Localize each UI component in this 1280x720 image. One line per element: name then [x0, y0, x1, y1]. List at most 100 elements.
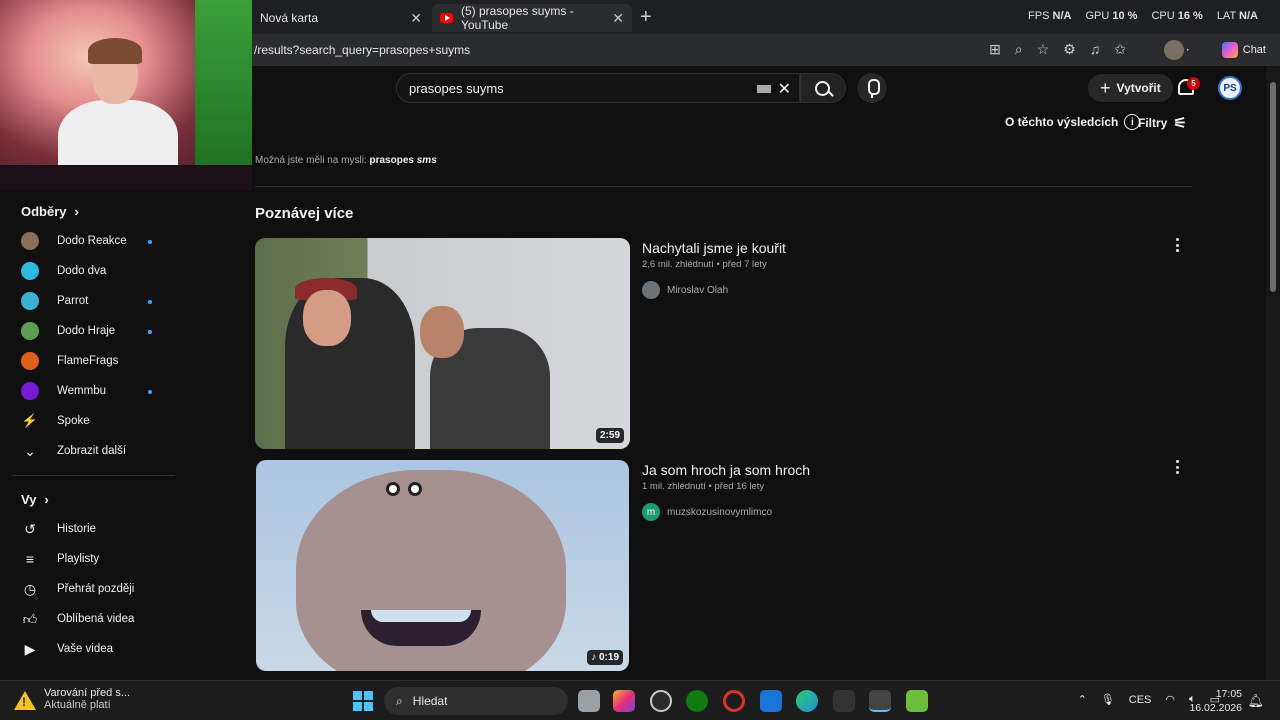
windows-start-icon[interactable]: [353, 691, 373, 711]
tab-youtube[interactable]: (5) prasopes suyms - YouTube ✕: [432, 4, 632, 32]
language-indicator[interactable]: CES: [1129, 694, 1152, 706]
thumbnail-figure-eye: [408, 482, 422, 496]
url-field[interactable]: /results?search_query=prasopes+suyms: [254, 43, 470, 57]
weather-warning-widget[interactable]: Varování před s... Aktuálně platí: [14, 687, 130, 711]
sidebar-item-label: Oblíbená videa: [57, 613, 135, 625]
subscription-item[interactable]: Parrot: [21, 291, 161, 311]
sidebar-item-playlists[interactable]: ≡ Playlisty: [21, 549, 161, 569]
sidebar: Odběry › Dodo Reakce Dodo dva Parrot Dod…: [0, 190, 252, 680]
video-thumbnail[interactable]: ♪ 0:19: [256, 460, 629, 671]
warning-title: Varování před s...: [44, 687, 131, 699]
scrollbar-thumb[interactable]: [1270, 82, 1276, 292]
favorites-icon[interactable]: ✩: [1114, 41, 1126, 58]
history-icon: ↺: [24, 520, 36, 537]
notification-center-icon[interactable]: 🔔︎: [1247, 693, 1264, 709]
instagram-icon[interactable]: [613, 690, 635, 712]
video-meta: 2,6 mil. zhlédnutí • před 7 lety: [642, 259, 767, 270]
subscriptions-header[interactable]: Odběry ›: [21, 204, 79, 219]
extensions-icon[interactable]: ⚙: [1063, 41, 1076, 58]
webcam-overlay: [0, 0, 252, 190]
video-duration: 2:59: [595, 428, 624, 443]
profile-avatar[interactable]: [1164, 40, 1184, 60]
subscription-item[interactable]: Dodo Reakce: [21, 231, 161, 251]
channel-link[interactable]: Miroslav Olah: [642, 281, 728, 299]
taskbar-search[interactable]: ⌕ Hledat: [384, 687, 568, 715]
thumbnail-figure-eye: [386, 482, 400, 496]
obs-icon[interactable]: [869, 690, 891, 712]
sidebar-item-watch-later[interactable]: ◷ Přehrát později: [21, 579, 161, 599]
lightning-icon: ⚡: [21, 412, 39, 430]
performance-overlay: FPS N/A GPU 10 % CPU 16 % LAT N/A: [1028, 10, 1258, 22]
favorite-star-icon[interactable]: ☆: [1037, 41, 1050, 58]
chatgpt-icon[interactable]: [650, 690, 672, 712]
close-tab-icon[interactable]: ✕: [612, 10, 624, 27]
close-tab-icon[interactable]: ✕: [410, 10, 422, 27]
channel-link[interactable]: m muzskozusinovymlimco: [642, 503, 772, 521]
subscription-item[interactable]: Dodo dva: [21, 261, 161, 281]
webcam-desk: [0, 165, 252, 190]
taskbar-search-label: Hledat: [412, 694, 448, 708]
sidebar-item-liked-videos[interactable]: 👍︎ Oblíbená videa: [21, 609, 161, 629]
video-menu-icon[interactable]: [1170, 458, 1184, 476]
create-button[interactable]: + Vytvořit: [1088, 74, 1173, 102]
fps-stat: FPS N/A: [1028, 10, 1072, 22]
new-tab-plus-icon[interactable]: +: [640, 6, 652, 29]
subscription-label: Dodo dva: [57, 265, 107, 277]
page-scrollbar[interactable]: [1266, 66, 1280, 680]
clock-time: 17:05: [1215, 688, 1242, 700]
subscription-item[interactable]: Wemmbu: [21, 381, 161, 401]
video-duration: ♪ 0:19: [587, 650, 623, 665]
show-more-button[interactable]: ⌄ Zobrazit další: [21, 441, 161, 461]
new-content-dot: [148, 240, 152, 244]
zoom-icon[interactable]: ⌕: [1015, 41, 1023, 58]
task-view-icon[interactable]: [578, 690, 600, 712]
search-button[interactable]: [800, 73, 846, 103]
youtube-favicon-icon: [440, 13, 453, 23]
system-clock[interactable]: 17:05 16.02.2026: [1189, 687, 1242, 715]
chevron-up-icon[interactable]: ⌃: [1078, 693, 1087, 706]
thumbnail-figure-face: [420, 306, 464, 358]
keyboard-icon[interactable]: [757, 85, 771, 93]
sidebar-item-label: Přehrát později: [57, 583, 135, 595]
video-title[interactable]: Nachytali jsme je kouřit: [642, 240, 786, 256]
opera-icon[interactable]: [723, 690, 745, 712]
warning-subtitle: Aktuálně platí: [44, 699, 111, 711]
tab-new-tab[interactable]: Nová karta ✕: [252, 4, 430, 32]
search-input[interactable]: prasopes suyms ✕: [396, 73, 800, 103]
filters-button[interactable]: Filtry ⚟: [1138, 114, 1187, 132]
did-you-mean-link[interactable]: prasopes sms: [369, 155, 436, 166]
chat-label: Chat: [1242, 44, 1266, 56]
wifi-icon[interactable]: ◠: [1165, 693, 1175, 706]
microphone-icon[interactable]: 🎙︎: [1101, 693, 1115, 706]
apps-icon[interactable]: ⊞: [989, 41, 1001, 58]
copilot-chat-button[interactable]: Chat: [1216, 39, 1272, 61]
clear-search-icon[interactable]: ✕: [778, 79, 791, 99]
about-results-button[interactable]: O těchto výsledcích i: [1005, 114, 1141, 130]
video-thumbnail[interactable]: 2:59: [255, 238, 630, 449]
sidebar-item-history[interactable]: ↺ Historie: [21, 519, 161, 539]
clock-date: 16.02.2026: [1189, 702, 1242, 714]
about-results-label: O těchto výsledcích: [1005, 115, 1119, 129]
android-icon[interactable]: [906, 690, 928, 712]
video-title[interactable]: Ja som hroch ja som hroch: [642, 462, 810, 478]
subscription-item[interactable]: ⚡ Spoke: [21, 411, 161, 431]
you-header[interactable]: Vy ›: [21, 492, 49, 507]
channel-avatar: [21, 352, 39, 370]
subscription-item[interactable]: FlameFrags: [21, 351, 161, 371]
xbox-icon[interactable]: [686, 690, 708, 712]
video-menu-icon[interactable]: [1170, 236, 1184, 254]
subscription-label: FlameFrags: [57, 355, 119, 367]
sidebar-item-your-videos[interactable]: ▶ Vaše videa: [21, 639, 161, 659]
plus-icon: +: [1100, 77, 1111, 98]
outlook-icon[interactable]: [760, 690, 782, 712]
thumbs-up-icon: 👍︎: [22, 610, 38, 627]
user-avatar[interactable]: PS: [1218, 76, 1242, 100]
subscriptions-title: Odběry: [21, 204, 67, 219]
channel-name: Miroslav Olah: [667, 284, 729, 296]
edge-icon[interactable]: [796, 690, 818, 712]
app-icon[interactable]: [833, 690, 855, 712]
voice-search-icon[interactable]: [857, 73, 887, 103]
subscription-item[interactable]: Dodo Hraje: [21, 321, 161, 341]
sidebar-item-label: Playlisty: [57, 553, 100, 565]
media-icon[interactable]: ♫: [1090, 41, 1101, 58]
